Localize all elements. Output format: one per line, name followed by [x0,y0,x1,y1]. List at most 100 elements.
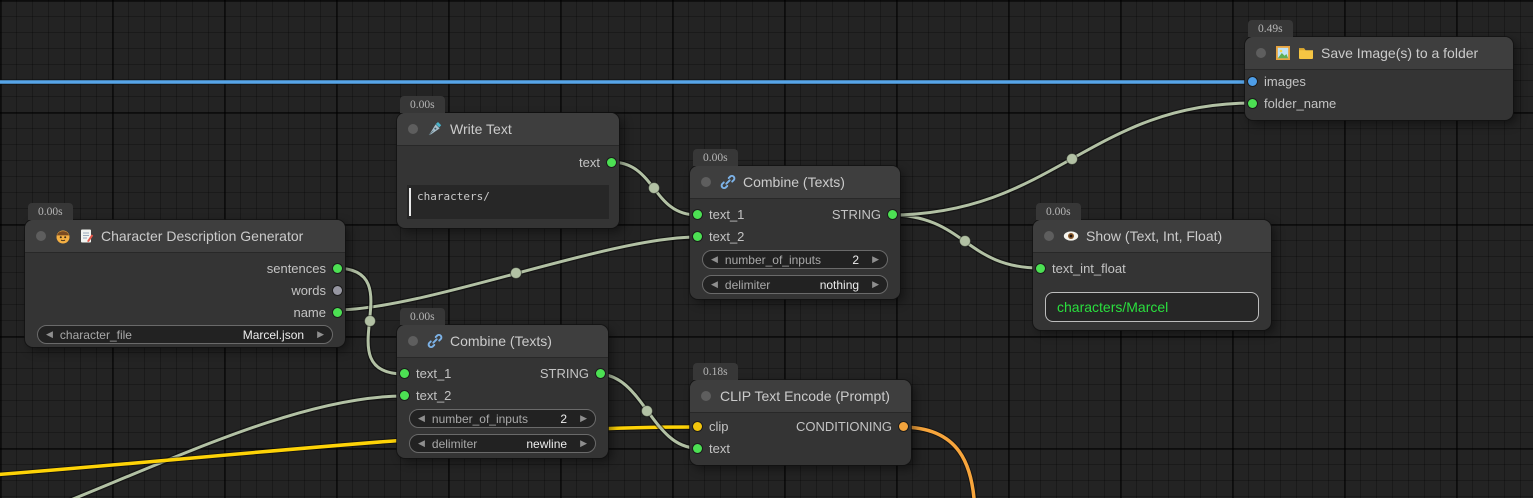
node-clip-text-encode[interactable]: 0.18s CLIP Text Encode (Prompt) clip CON… [690,380,911,465]
output-row: text [397,151,619,173]
combo-value: nothing [820,278,865,292]
input-port-dot[interactable] [400,369,409,378]
display-text-box: characters/Marcel [1045,292,1259,322]
combo-left-arrow-icon[interactable]: ◀ [711,280,718,289]
input-port-dot[interactable] [1036,264,1045,273]
input-label: images [1264,74,1306,89]
combo-widget-character-file[interactable]: ◀ character_file Marcel.json ▶ [37,325,333,344]
wire-conditioning [901,427,975,498]
input-label: text_2 [416,388,451,403]
input-port-dot[interactable] [1248,99,1257,108]
person-icon [55,228,71,244]
combo-right-arrow-icon[interactable]: ▶ [580,439,587,448]
collapse-dot[interactable] [701,391,711,401]
input-port-dot[interactable] [693,232,702,241]
node-write-text[interactable]: 0.00s Write Text text characters/ [397,113,619,228]
input-label: text_int_float [1052,261,1126,276]
combo-value: 2 [852,253,865,267]
combo-widget-delimiter[interactable]: ◀ delimiter newline ▶ [409,434,596,453]
pen-nib-icon [427,121,443,137]
node-combine-texts-top[interactable]: 0.00s Combine (Texts) text_1 STRING text… [690,166,900,299]
node-title-bar[interactable]: Combine (Texts) [690,166,900,199]
combo-right-arrow-icon[interactable]: ▶ [872,280,879,289]
combo-label: delimiter [725,278,770,292]
combo-widget-number-of-inputs[interactable]: ◀ number_of_inputs 2 ▶ [702,250,888,269]
input-label: text [709,441,730,456]
collapse-dot[interactable] [1044,231,1054,241]
output-port-dot[interactable] [333,264,342,273]
collapse-dot[interactable] [36,231,46,241]
input-label: folder_name [1264,96,1336,111]
combo-right-arrow-icon[interactable]: ▶ [317,330,324,339]
chain-link-icon [427,333,443,349]
node-title-bar[interactable]: Write Text [397,113,619,146]
input-port-dot[interactable] [693,444,702,453]
collapse-dot[interactable] [1256,48,1266,58]
port-row: text_int_float [1033,257,1271,279]
node-title-bar[interactable]: Save Image(s) to a folder [1245,37,1513,70]
output-label: sentences [267,261,326,276]
node-save-images-to-folder[interactable]: 0.49s Save Image(s) to a folder images [1245,37,1513,120]
output-port-dot[interactable] [333,286,342,295]
node-character-description-generator[interactable]: 0.00s Character Description Generator se… [25,220,345,347]
combo-left-arrow-icon[interactable]: ◀ [711,255,718,264]
port-row: text [690,437,911,459]
combo-widget-number-of-inputs[interactable]: ◀ number_of_inputs 2 ▶ [409,409,596,428]
combo-left-arrow-icon[interactable]: ◀ [418,414,425,423]
output-port-dot[interactable] [899,422,908,431]
input-label: text_1 [416,366,451,381]
node-combine-texts-bottom[interactable]: 0.00s Combine (Texts) text_1 STRING text… [397,325,608,458]
output-row: sentences [25,257,345,279]
collapse-dot[interactable] [408,124,418,134]
combo-label: number_of_inputs [432,412,528,426]
node-title-bar[interactable]: Show (Text, Int, Float) [1033,220,1271,253]
input-port-dot[interactable] [693,422,702,431]
execution-time-badge: 0.00s [693,149,738,166]
combo-label: number_of_inputs [725,253,821,267]
combo-left-arrow-icon[interactable]: ◀ [46,330,53,339]
combo-value: 2 [560,412,573,426]
combo-left-arrow-icon[interactable]: ◀ [418,439,425,448]
node-title: Combine (Texts) [450,333,552,349]
output-row: words [25,279,345,301]
text-input-area[interactable]: characters/ [407,185,609,219]
input-port-dot[interactable] [400,391,409,400]
node-title-bar[interactable]: Combine (Texts) [397,325,608,358]
output-port-dot[interactable] [607,158,616,167]
input-label: text_2 [709,229,744,244]
execution-time-badge: 0.00s [1036,203,1081,220]
memo-icon [78,228,94,244]
display-text-value: characters/Marcel [1057,299,1168,315]
output-row: name [25,301,345,323]
output-label: name [293,305,326,320]
combo-right-arrow-icon[interactable]: ▶ [872,255,879,264]
execution-time-badge: 0.49s [1248,20,1293,37]
output-label: text [579,155,600,170]
port-row: text_2 [690,225,900,247]
port-row: clip CONDITIONING [690,415,911,437]
execution-time-badge: 0.18s [693,363,738,380]
node-title-bar[interactable]: Character Description Generator [25,220,345,253]
output-port-dot[interactable] [333,308,342,317]
output-label: CONDITIONING [796,419,892,434]
node-graph-canvas[interactable]: 0.00s Character Description Generator se… [0,0,1533,498]
output-port-dot[interactable] [888,210,897,219]
collapse-dot[interactable] [408,336,418,346]
execution-time-badge: 0.00s [400,96,445,113]
node-title: Save Image(s) to a folder [1321,45,1478,61]
node-title-bar[interactable]: CLIP Text Encode (Prompt) [690,380,911,413]
combo-widget-delimiter[interactable]: ◀ delimiter nothing ▶ [702,275,888,294]
output-label: words [291,283,326,298]
input-port-dot[interactable] [693,210,702,219]
combo-value: newline [526,437,573,451]
combo-right-arrow-icon[interactable]: ▶ [580,414,587,423]
port-row: text_1 STRING [690,203,900,225]
node-title: Combine (Texts) [743,174,845,190]
node-show-text-int-float[interactable]: 0.00s Show (Text, Int, Float) text_int_f… [1033,220,1271,330]
eye-icon [1063,228,1079,244]
input-port-dot[interactable] [1248,77,1257,86]
node-title: Character Description Generator [101,228,303,244]
output-label: STRING [540,366,589,381]
collapse-dot[interactable] [701,177,711,187]
output-port-dot[interactable] [596,369,605,378]
